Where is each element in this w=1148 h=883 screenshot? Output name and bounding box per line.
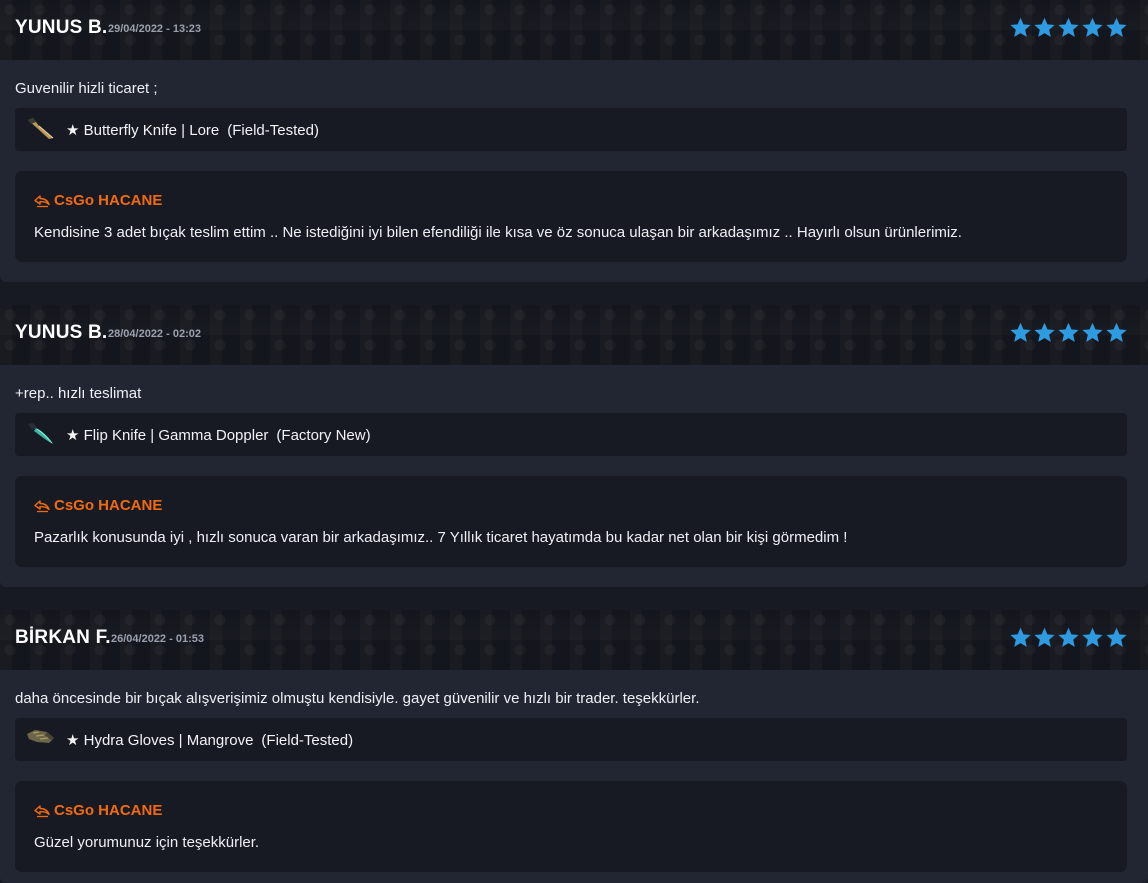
review-comment: +rep.. hızlı teslimat [15, 385, 142, 402]
reply-author: CsGo HACANE [54, 192, 163, 209]
item-label: ★ Butterfly Knife | Lore (Field-Tested) [66, 121, 319, 139]
seller-reply: CsGo HACANE Pazarlık konusunda iyi , hız… [15, 476, 1127, 567]
reply-author: CsGo HACANE [54, 497, 163, 514]
star-icon [1105, 16, 1128, 39]
reply-author: CsGo HACANE [54, 802, 163, 819]
reply-text: Güzel yorumunuz için teşekkürler. [34, 834, 260, 851]
reply-arrow-icon [34, 804, 50, 818]
seller-reply: CsGo HACANE Güzel yorumunuz için teşekkü… [15, 781, 1127, 872]
flip-knife-icon [28, 423, 53, 444]
star-icon [1033, 321, 1056, 344]
star-icon [1105, 321, 1128, 344]
item-name: ★ Flip Knife | Gamma Doppler [66, 427, 269, 444]
star-icon [1057, 16, 1080, 39]
reply-header: CsGo HACANE [34, 192, 162, 209]
star-icon [1033, 626, 1056, 649]
star-icon [1081, 321, 1104, 344]
star-icon [1057, 321, 1080, 344]
item-label: ★ Flip Knife | Gamma Doppler (Factory New… [66, 426, 371, 444]
star-icon [1009, 321, 1032, 344]
reply-text: Pazarlık konusunda iyi , hızlı sonuca va… [34, 529, 848, 546]
review-date: 28/04/2022 - 02:02 [108, 328, 201, 340]
star-icon [1057, 626, 1080, 649]
reviewer-name: YUNUS B. [15, 17, 108, 38]
item-wear: (Field-Tested) [261, 732, 354, 749]
star-icon [1009, 626, 1032, 649]
item-box[interactable]: ★ Flip Knife | Gamma Doppler (Factory New… [15, 413, 1127, 456]
review-comment: Guvenilir hizli ticaret ; [15, 80, 158, 97]
review-card: YUNUS B. 28/04/2022 - 02:02 +rep.. hızlı… [0, 305, 1148, 587]
reviewer-name: BİRKAN F. [15, 627, 111, 648]
rating-stars [1009, 626, 1128, 649]
review-date: 29/04/2022 - 13:23 [108, 23, 201, 35]
reply-header: CsGo HACANE [34, 802, 162, 819]
reply-arrow-icon [34, 499, 50, 513]
item-label: ★ Hydra Gloves | Mangrove (Field-Tested) [66, 731, 353, 749]
item-name: ★ Hydra Gloves | Mangrove [66, 732, 254, 749]
item-box[interactable]: ★ Hydra Gloves | Mangrove (Field-Tested) [15, 718, 1127, 761]
star-icon [1009, 16, 1032, 39]
reply-arrow-icon [34, 194, 50, 208]
reply-header: CsGo HACANE [34, 497, 162, 514]
rating-stars [1009, 16, 1128, 39]
star-icon [1033, 16, 1056, 39]
reviewer-name: YUNUS B. [15, 322, 108, 343]
review-comment: daha öncesinde bir bıçak alışverişimiz o… [15, 690, 700, 707]
review-date: 26/04/2022 - 01:53 [111, 633, 204, 645]
review-card: BİRKAN F. 26/04/2022 - 01:53 daha öncesi… [0, 610, 1148, 883]
reply-text: Kendisine 3 adet bıçak teslim ettim .. N… [34, 224, 962, 241]
item-name: ★ Butterfly Knife | Lore [66, 122, 220, 139]
review-header: YUNUS B. 29/04/2022 - 13:23 [0, 0, 1148, 60]
review-card: YUNUS B. 29/04/2022 - 13:23 Guvenilir hi… [0, 0, 1148, 282]
review-header: BİRKAN F. 26/04/2022 - 01:53 [0, 610, 1148, 670]
star-icon [1105, 626, 1128, 649]
item-wear: (Factory New) [276, 427, 371, 444]
item-box[interactable]: ★ Butterfly Knife | Lore (Field-Tested) [15, 108, 1127, 151]
rating-stars [1009, 321, 1128, 344]
star-icon [1081, 626, 1104, 649]
seller-reply: CsGo HACANE Kendisine 3 adet bıçak tesli… [15, 171, 1127, 262]
star-icon [1081, 16, 1104, 39]
item-wear: (Field-Tested) [227, 122, 319, 139]
gloves-icon [27, 730, 54, 743]
review-header: YUNUS B. 28/04/2022 - 02:02 [0, 305, 1148, 365]
butterfly-knife-icon [28, 118, 54, 139]
